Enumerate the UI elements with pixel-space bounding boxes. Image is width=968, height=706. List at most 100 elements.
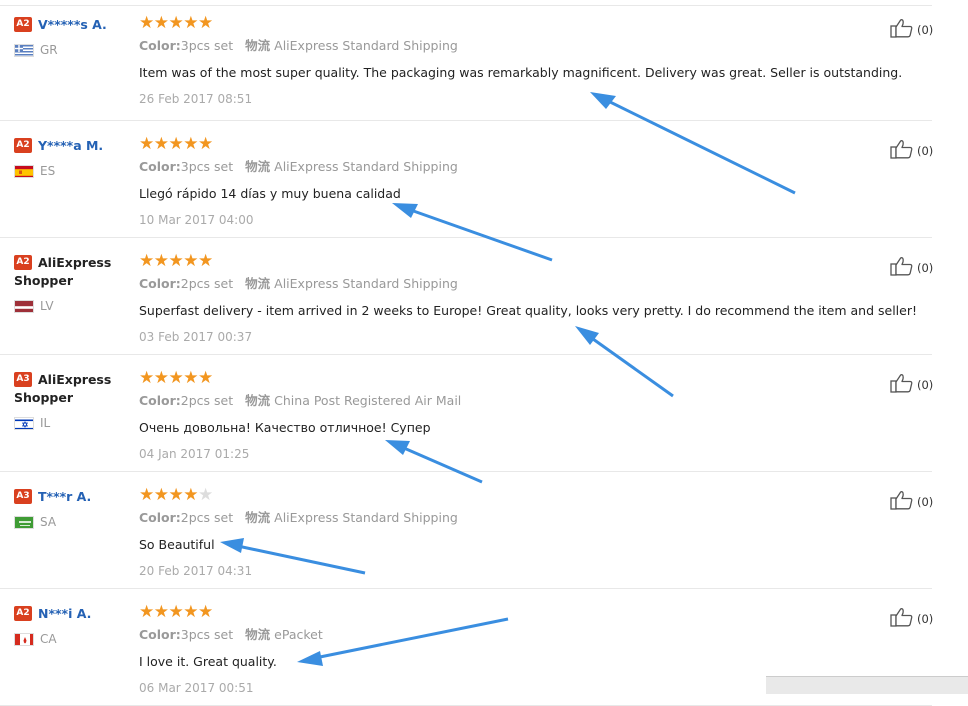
buyer-level-badge: A2: [14, 606, 32, 621]
order-info: Color:2pcs set 物流 China Post Registered A…: [139, 393, 839, 409]
thumbs-up-icon[interactable]: [890, 256, 917, 279]
buyer-country: IL: [14, 416, 132, 430]
review-content: ★★★★★ Color:2pcs set 物流 China Post Registe…: [139, 369, 839, 461]
helpful-count: (0): [917, 22, 934, 37]
helpful-button[interactable]: (0): [890, 607, 933, 630]
shipping-method: AliExpress Standard Shipping: [274, 510, 458, 525]
star-rating: ★★★★★: [139, 135, 839, 153]
color-value: 3pcs set: [180, 627, 234, 642]
star-icon: ★: [168, 13, 184, 33]
thumbs-up-icon[interactable]: [890, 139, 917, 162]
star-icon: ★: [153, 251, 169, 271]
review-content: ★★★★★ Color:2pcs set 物流 AliExpress Standar…: [139, 486, 839, 578]
helpful-count: (0): [917, 260, 934, 275]
buyer-name: AliExpress Shopper: [14, 255, 112, 288]
buyer-country: ES: [14, 164, 132, 178]
order-info: Color:2pcs set 物流 AliExpress Standard Shi…: [139, 276, 839, 292]
buyer-country: GR: [14, 43, 132, 57]
review-item: A3 T***r A. SA ★★★★★ Color:2pcs set 物流 AliExp…: [0, 472, 933, 589]
shipping-method: AliExpress Standard Shipping: [274, 38, 458, 53]
helpful-button[interactable]: (0): [890, 139, 933, 162]
review-content: ★★★★★ Color:3pcs set 物流 ePacket I love it. …: [139, 603, 839, 695]
order-info: Color:3pcs set 物流 ePacket: [139, 627, 839, 643]
star-rating: ★★★★★: [139, 603, 839, 621]
thumbs-up-icon[interactable]: [890, 18, 917, 41]
review-item: A2 AliExpress Shopper LV ★★★★★ Color:2pcs se…: [0, 238, 933, 355]
star-icon: ★: [139, 368, 154, 388]
review-text: So Beautiful: [139, 537, 215, 552]
order-info: Color:2pcs set 物流 AliExpress Standard Shi…: [139, 510, 839, 526]
star-rating: ★★★★★: [139, 14, 839, 32]
country-code: CA: [40, 632, 57, 646]
thumbs-up-icon[interactable]: [890, 607, 917, 630]
thumbs-up-icon[interactable]: [890, 373, 917, 396]
buyer-name[interactable]: V*****s A.: [38, 16, 107, 34]
order-info: Color:3pcs set 物流 AliExpress Standard Shi…: [139, 159, 839, 175]
buyer-name[interactable]: Y****a M.: [38, 137, 103, 155]
color-value: 3pcs set: [180, 38, 234, 53]
color-label: Color:: [139, 276, 181, 291]
review-content: ★★★★★ Color:3pcs set 物流 AliExpress Standar…: [139, 14, 902, 106]
thumbs-up-icon[interactable]: [890, 490, 917, 513]
review-date: 26 Feb 2017 08:51: [139, 92, 253, 106]
shipping-label: 物流: [245, 393, 271, 408]
buyer-name: AliExpress Shopper: [14, 372, 112, 405]
star-icon: ★: [183, 13, 198, 33]
buyer-country: LV: [14, 299, 132, 313]
star-icon: ★: [198, 13, 213, 33]
review-item: A2 V*****s A. GR ★★★★★ Color:3pcs set 物流 AliE…: [0, 0, 933, 121]
buyer-country: CA: [14, 632, 132, 646]
country-flag-icon: [14, 515, 34, 529]
buyer-info: A2 N***i A. CA: [14, 605, 132, 646]
star-icon: ★: [153, 13, 169, 33]
star-icon: ★: [168, 134, 184, 154]
review-text: Llegó rápido 14 días y muy buena calidad: [139, 186, 401, 201]
helpful-count: (0): [917, 377, 934, 392]
helpful-count: (0): [917, 143, 934, 158]
star-icon: ★: [139, 134, 154, 154]
star-icon: ★: [198, 602, 213, 622]
country-flag-icon: [14, 416, 34, 430]
color-label: Color:: [139, 627, 181, 642]
star-icon: ★: [198, 368, 213, 388]
helpful-button[interactable]: (0): [890, 256, 933, 279]
country-code: GR: [40, 43, 58, 57]
review-item: A3 AliExpress Shopper IL ★★★★★ Color:2pcs se…: [0, 355, 933, 472]
shipping-label: 物流: [245, 627, 271, 642]
helpful-count: (0): [917, 611, 934, 626]
star-icon: ★: [168, 602, 184, 622]
order-info: Color:3pcs set 物流 AliExpress Standard Shi…: [139, 38, 839, 54]
review-list: A2 V*****s A. GR ★★★★★ Color:3pcs set 物流 AliE…: [0, 0, 933, 706]
buyer-info: A3 AliExpress Shopper IL: [14, 371, 132, 430]
star-rating: ★★★★★: [139, 252, 839, 270]
review-date: 20 Feb 2017 04:31: [139, 564, 253, 578]
buyer-country: SA: [14, 515, 132, 529]
review-item: A2 Y****a M. ES ★★★★★ Color:3pcs set 物流 AliEx…: [0, 121, 933, 238]
country-flag-icon: [14, 632, 34, 646]
star-icon: ★: [183, 134, 198, 154]
buyer-info: A2 Y****a M. ES: [14, 137, 132, 178]
buyer-name[interactable]: T***r A.: [38, 488, 91, 506]
buyer-level-badge: A3: [14, 489, 32, 504]
shipping-method: AliExpress Standard Shipping: [274, 276, 458, 291]
country-code: LV: [40, 299, 54, 313]
buyer-info: A3 T***r A. SA: [14, 488, 132, 529]
buyer-name[interactable]: N***i A.: [38, 605, 91, 623]
star-icon: ★: [139, 602, 154, 622]
helpful-button[interactable]: (0): [890, 373, 933, 396]
shipping-method: China Post Registered Air Mail: [274, 393, 462, 408]
review-text: Superfast delivery - item arrived in 2 w…: [139, 303, 917, 318]
star-icon: ★: [153, 134, 169, 154]
buyer-info: A2 AliExpress Shopper LV: [14, 254, 132, 313]
helpful-button[interactable]: (0): [890, 18, 933, 41]
shipping-label: 物流: [245, 276, 271, 291]
helpful-button[interactable]: (0): [890, 490, 933, 513]
color-label: Color:: [139, 38, 181, 53]
review-date: 03 Feb 2017 00:37: [139, 330, 253, 344]
color-value: 2pcs set: [180, 276, 234, 291]
star-rating: ★★★★★: [139, 486, 839, 504]
star-icon: ★: [183, 368, 198, 388]
color-value: 2pcs set: [180, 510, 234, 525]
star-icon: ★: [139, 485, 154, 505]
star-icon: ★: [168, 368, 184, 388]
